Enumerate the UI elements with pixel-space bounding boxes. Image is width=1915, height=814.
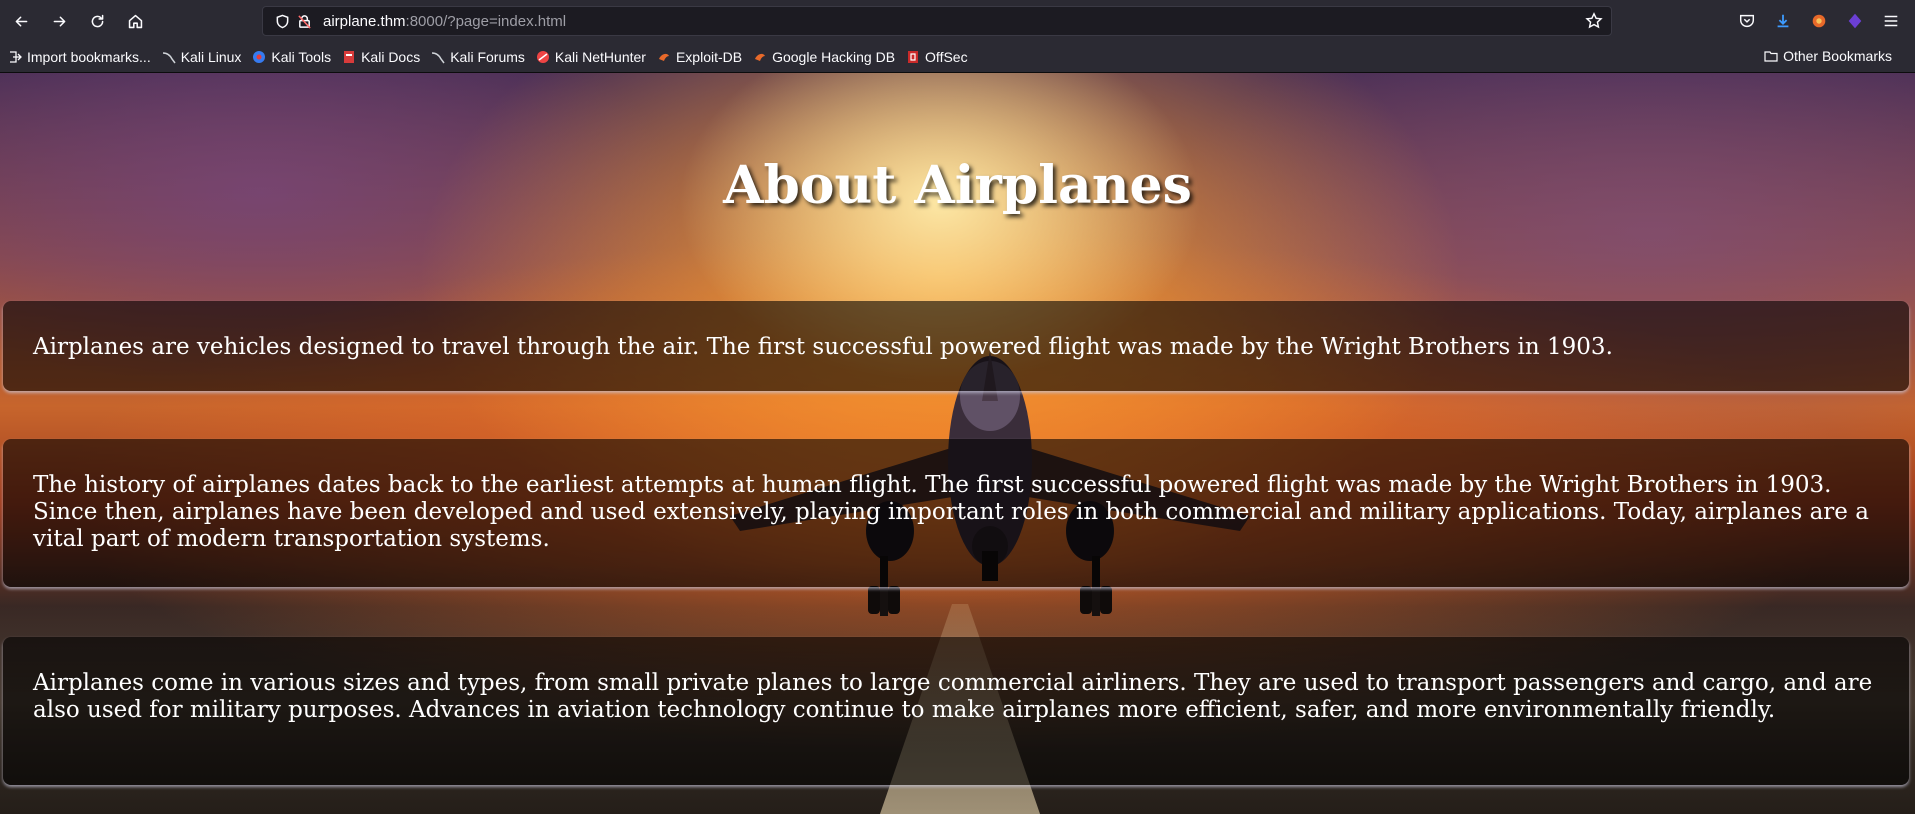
folder-icon xyxy=(1764,49,1778,63)
bookmark-label: Kali Tools xyxy=(271,49,332,65)
bookmark-offsec[interactable]: OffSec xyxy=(906,49,968,65)
bookmark-kali-nethunter[interactable]: Kali NetHunter xyxy=(536,49,646,65)
wappalyzer-icon xyxy=(1848,13,1862,29)
home-button[interactable] xyxy=(118,5,152,37)
arrow-left-icon xyxy=(15,15,27,27)
forward-button[interactable] xyxy=(42,5,76,37)
downloads-button[interactable] xyxy=(1769,6,1797,36)
reload-button[interactable] xyxy=(80,5,114,37)
extension-button-2[interactable] xyxy=(1841,6,1869,36)
browser-toolbar: airplane.thm:8000/?page=index.html xyxy=(0,0,1915,42)
bookmark-kali-forums[interactable]: Kali Forums xyxy=(431,49,525,65)
bookmark-star-icon[interactable] xyxy=(1585,12,1603,34)
back-button[interactable] xyxy=(4,5,38,37)
bookmark-label: Exploit-DB xyxy=(675,49,743,65)
content-panel-1: Airplanes are vehicles designed to trave… xyxy=(3,301,1909,391)
paragraph-text: Airplanes come in various sizes and type… xyxy=(33,670,1873,723)
bookmarks-toolbar: Import bookmarks... Kali Linux Kali Tool… xyxy=(0,42,1915,73)
ghdb-icon xyxy=(753,50,767,64)
bookmark-kali-linux[interactable]: Kali Linux xyxy=(162,49,242,65)
bookmark-label: Google Hacking DB xyxy=(772,49,896,65)
page-title: About Airplanes xyxy=(723,155,1192,216)
bookmark-label: Kali Forums xyxy=(450,49,525,65)
toolbar-right xyxy=(1733,6,1905,36)
url-host: airplane.thm xyxy=(323,12,406,30)
bookmark-label: Kali Docs xyxy=(361,49,421,65)
kali-tools-icon xyxy=(252,50,266,64)
hamburger-menu-icon xyxy=(1884,15,1898,27)
menu-button[interactable] xyxy=(1877,6,1905,36)
foxyproxy-icon xyxy=(1812,14,1826,28)
kali-forums-icon xyxy=(431,50,445,64)
other-bookmarks-label: Other Bookmarks xyxy=(1783,48,1892,64)
pocket-button[interactable] xyxy=(1733,6,1761,36)
paragraph-text: Airplanes are vehicles designed to trave… xyxy=(33,334,1613,360)
url-bar[interactable]: airplane.thm:8000/?page=index.html xyxy=(262,6,1612,36)
exploit-db-icon xyxy=(657,50,671,64)
home-icon xyxy=(128,14,142,28)
content-panel-3: Airplanes come in various sizes and type… xyxy=(3,637,1909,785)
offsec-icon xyxy=(906,50,920,64)
bookmark-label: Kali Linux xyxy=(180,49,242,65)
arrow-right-icon xyxy=(53,15,65,27)
shield-icon[interactable] xyxy=(271,11,293,31)
bookmark-import[interactable]: Import bookmarks... xyxy=(8,49,151,65)
nav-buttons xyxy=(4,5,152,37)
import-icon xyxy=(8,50,22,64)
extension-button-1[interactable] xyxy=(1805,6,1833,36)
bookmark-kali-docs[interactable]: Kali Docs xyxy=(342,49,420,65)
download-icon xyxy=(1777,14,1789,28)
bookmark-google-hacking-db[interactable]: Google Hacking DB xyxy=(753,49,895,65)
kali-docs-icon xyxy=(342,50,356,64)
pocket-icon xyxy=(1739,14,1755,28)
bookmark-kali-tools[interactable]: Kali Tools xyxy=(252,49,331,65)
bookmark-label: Import bookmarks... xyxy=(27,49,151,65)
page-content: About Airplanes Airplanes are vehicles d… xyxy=(0,73,1915,814)
paragraph-text: The history of airplanes dates back to t… xyxy=(33,472,1869,552)
other-bookmarks[interactable]: Other Bookmarks xyxy=(1764,48,1892,64)
reload-icon xyxy=(91,14,103,27)
kali-dragon-icon xyxy=(162,50,176,64)
bookmark-label: OffSec xyxy=(925,49,968,65)
bookmark-label: Kali NetHunter xyxy=(554,49,646,65)
insecure-lock-icon[interactable] xyxy=(293,11,315,31)
bookmark-exploit-db[interactable]: Exploit-DB xyxy=(657,49,742,65)
nethunter-icon xyxy=(536,50,550,64)
url-text[interactable]: airplane.thm:8000/?page=index.html xyxy=(323,13,566,30)
url-path: :8000/?page=index.html xyxy=(405,12,567,30)
content-panel-2: The history of airplanes dates back to t… xyxy=(3,439,1909,587)
